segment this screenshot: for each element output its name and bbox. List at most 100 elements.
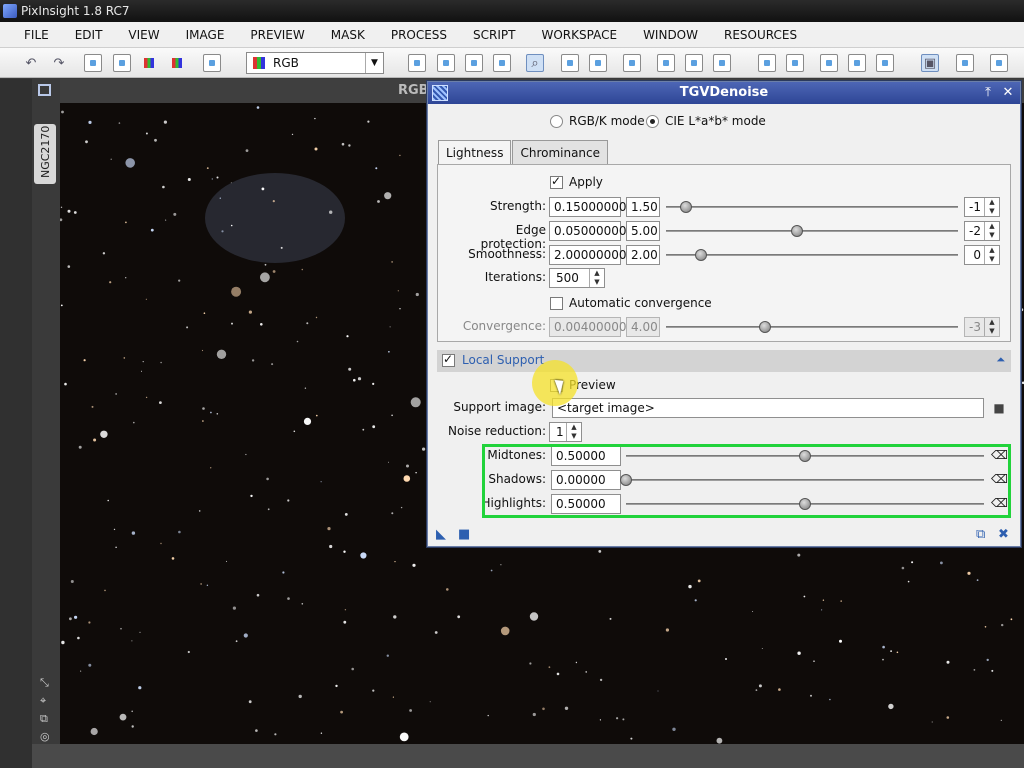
toolbar-doc-icon-9[interactable]: [685, 54, 703, 72]
strength-slider[interactable]: [666, 201, 958, 213]
toolbar-doc-icon-4[interactable]: [493, 54, 511, 72]
iterations-spinner[interactable]: 500 ▲ ▼: [549, 268, 605, 288]
menu-workspace[interactable]: WORKSPACE: [529, 28, 631, 42]
toolbar-doc-icon-6[interactable]: [589, 54, 607, 72]
undo-icon[interactable]: ↶: [22, 54, 40, 72]
apply-global-icon[interactable]: ■: [458, 527, 470, 542]
folder-icon[interactable]: ■: [991, 401, 1007, 415]
cie-mode-label: CIE L*a*b* mode: [665, 114, 766, 128]
new-instance-icon[interactable]: ◣: [436, 527, 446, 542]
chevron-down-icon[interactable]: ▼: [365, 53, 383, 73]
monitor-icon[interactable]: ▣: [921, 54, 939, 72]
menu-resources[interactable]: RESOURCES: [711, 28, 810, 42]
color-icon[interactable]: [140, 54, 158, 72]
convergence-slider[interactable]: [666, 321, 958, 333]
magnifier-icon[interactable]: ⌕: [526, 54, 544, 72]
fit-icon[interactable]: ⌖: [40, 694, 50, 708]
local-support-checkbox[interactable]: [442, 352, 455, 367]
menu-mask[interactable]: MASK: [318, 28, 378, 42]
strength-exp-spinner[interactable]: -1 ▲ ▼: [964, 197, 1000, 217]
redo-icon[interactable]: ↷: [50, 54, 68, 72]
strength-coef-input[interactable]: 1.50: [626, 197, 660, 217]
spin-arrows-icon[interactable]: ▲ ▼: [984, 318, 999, 336]
toolbar-doc-icon-16[interactable]: [956, 54, 974, 72]
iterations-value: 500: [556, 271, 579, 285]
smoothness-exp-spinner[interactable]: 0 ▲ ▼: [964, 245, 1000, 265]
menu-window[interactable]: WINDOW: [630, 28, 711, 42]
toolbar-doc-icon-13[interactable]: [820, 54, 838, 72]
close-icon[interactable]: ✕: [1000, 85, 1016, 101]
image-id-label: NGC2170: [39, 125, 52, 178]
toolbar-doc-icon-3[interactable]: [465, 54, 483, 72]
menu-image[interactable]: IMAGE: [173, 28, 238, 42]
new-view-icon[interactable]: [84, 54, 102, 72]
smoothness-slider-handle[interactable]: [695, 249, 708, 261]
edge-protection-exp-spinner[interactable]: -2 ▲ ▼: [964, 221, 1000, 241]
convergence-input[interactable]: 0.00400000: [549, 317, 627, 337]
toolbar-doc-icon-7[interactable]: [623, 54, 641, 72]
smoothness-input[interactable]: 2.00000000: [549, 245, 627, 265]
toolbar-doc-icon-15[interactable]: [876, 54, 894, 72]
collapse-section-icon[interactable]: ⏶: [996, 353, 1005, 367]
menu-file[interactable]: FILE: [0, 28, 62, 42]
spin-arrows-icon[interactable]: ▲ ▼: [984, 246, 999, 264]
rgb-swatch-icon: [253, 57, 265, 69]
new-document-icon[interactable]: [113, 54, 131, 72]
app-title-bar: PixInsight 1.8 RC7: [0, 0, 1024, 22]
menu-view[interactable]: VIEW: [115, 28, 172, 42]
toolbar-doc-icon-17[interactable]: [990, 54, 1008, 72]
toolbar-doc-icon-11[interactable]: [758, 54, 776, 72]
workspace-window-icon[interactable]: [38, 84, 51, 96]
tab-chrominance[interactable]: Chrominance: [512, 140, 609, 164]
edge-protection-slider[interactable]: [666, 225, 958, 237]
collapse-dialog-icon[interactable]: ⤒: [980, 85, 996, 101]
spin-arrows-icon[interactable]: ▲ ▼: [984, 198, 999, 216]
smoothness-coef-input[interactable]: 2.00: [626, 245, 660, 265]
toolbar-doc-icon-8[interactable]: [657, 54, 675, 72]
toolbar-doc-icon-1[interactable]: [408, 54, 426, 72]
auto-convergence-checkbox[interactable]: [550, 297, 563, 310]
noise-reduction-label: Noise reduction:: [448, 424, 547, 438]
documentation-icon[interactable]: ⧉: [976, 527, 985, 542]
toolbar-doc-icon-5[interactable]: [561, 54, 579, 72]
menu-script[interactable]: SCRIPT: [460, 28, 528, 42]
apply-checkbox[interactable]: [550, 174, 563, 189]
edge-protection-input[interactable]: 0.05000000: [549, 221, 627, 241]
menu-edit[interactable]: EDIT: [62, 28, 116, 42]
local-support-section-header[interactable]: Local Support ⏶: [437, 350, 1011, 372]
color-icon-2[interactable]: [168, 54, 186, 72]
add-preview-icon[interactable]: [203, 54, 221, 72]
strength-input[interactable]: 0.15000000: [549, 197, 627, 217]
convergence-exp-spinner[interactable]: -3 ▲ ▼: [964, 317, 1000, 337]
shrink-icon[interactable]: ⤡: [40, 676, 50, 690]
rgbk-mode-option[interactable]: RGB/K mode: [550, 114, 645, 128]
image-id-tab[interactable]: NGC2170: [34, 124, 56, 184]
target-icon[interactable]: ◎: [40, 730, 50, 743]
spin-arrows-icon[interactable]: ▲ ▼: [984, 222, 999, 240]
support-image-input[interactable]: <target image>: [552, 398, 984, 418]
spin-arrows-icon[interactable]: ▲ ▼: [589, 269, 604, 287]
noise-reduction-spinner[interactable]: 1 ▲ ▼: [549, 422, 582, 442]
dialog-title-bar[interactable]: TGVDenoise ⤒ ✕: [428, 82, 1020, 104]
spin-arrows-icon[interactable]: ▲ ▼: [566, 423, 581, 441]
toolbar-doc-icon-10[interactable]: [713, 54, 731, 72]
toolbar-doc-icon-12[interactable]: [786, 54, 804, 72]
copy-icon[interactable]: ⧉: [40, 712, 50, 726]
convergence-label: Convergence:: [462, 319, 546, 333]
convergence-coef-input[interactable]: 4.00: [626, 317, 660, 337]
tab-bar: Lightness Chrominance: [438, 140, 609, 165]
rgbk-mode-radio[interactable]: [550, 114, 563, 128]
tab-lightness[interactable]: Lightness: [438, 140, 512, 165]
toolbar-doc-icon-2[interactable]: [437, 54, 455, 72]
menu-process[interactable]: PROCESS: [378, 28, 460, 42]
local-support-title[interactable]: Local Support: [462, 353, 544, 367]
edge-protection-coef-input[interactable]: 5.00: [626, 221, 660, 241]
channel-select[interactable]: RGB ▼: [246, 52, 384, 74]
cie-mode-option[interactable]: CIE L*a*b* mode: [646, 114, 766, 128]
cie-mode-radio[interactable]: [646, 114, 659, 128]
smoothness-label: Smoothness:: [468, 247, 546, 261]
toolbar-doc-icon-14[interactable]: [848, 54, 866, 72]
menu-preview[interactable]: PREVIEW: [237, 28, 317, 42]
reset-icon[interactable]: ✖: [998, 527, 1009, 542]
smoothness-slider[interactable]: [666, 249, 958, 261]
